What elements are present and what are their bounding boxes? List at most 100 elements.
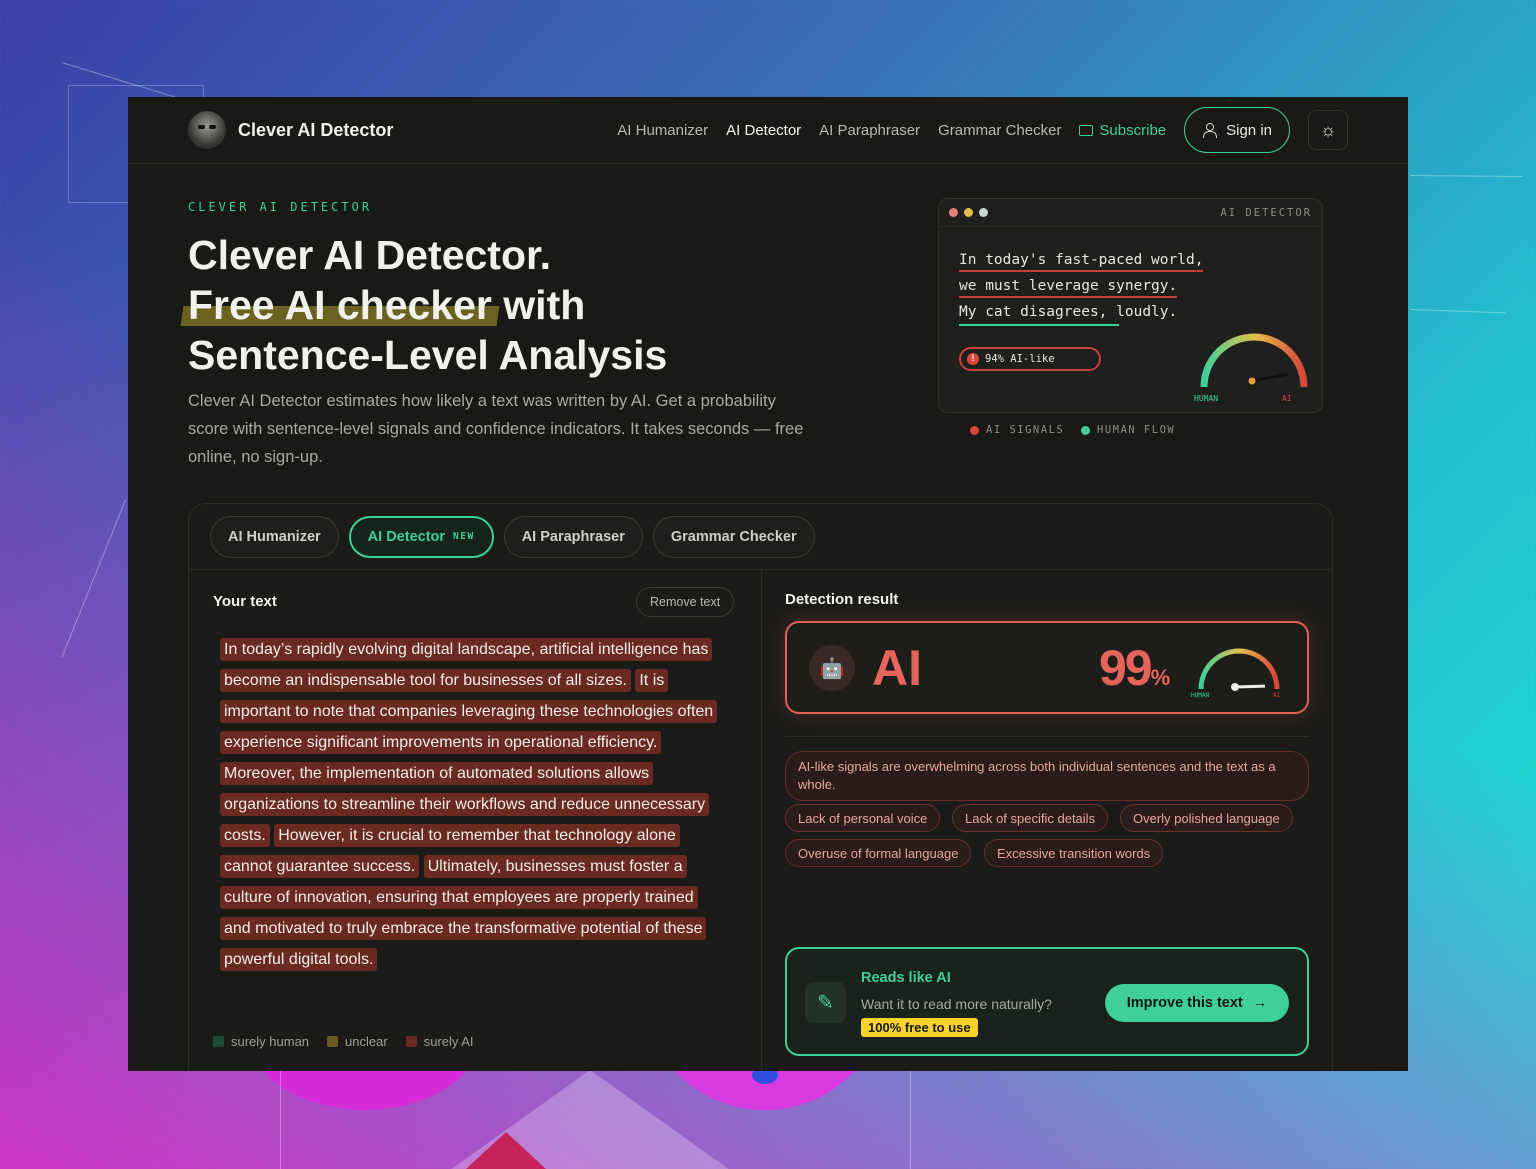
gauge-arc [1198, 648, 1280, 690]
tab-label: AI Paraphraser [521, 528, 625, 545]
free-badge: 100% free to use [861, 1018, 978, 1037]
tab-grammar-checker[interactable]: Grammar Checker [652, 515, 815, 558]
demo-line-human-underline [959, 324, 1119, 326]
signal-chip: Overly polished language [1120, 804, 1293, 832]
signal-chip: Overuse of formal language [785, 839, 972, 867]
demo-legend-ai: AI SIGNALS [970, 424, 1064, 436]
demo-card-header: AI DETECTOR [939, 199, 1322, 227]
background-line [910, 1071, 911, 1169]
robot-face-logo-icon [188, 111, 226, 149]
legend-label: surely human [231, 1034, 310, 1049]
robot-icon: 🤖 [809, 645, 855, 691]
window-dot-icon [964, 208, 973, 217]
demo-legend-human-label: HUMAN FLOW [1097, 424, 1176, 436]
your-text-title: Your text [213, 593, 277, 610]
gauge-hub [1248, 377, 1256, 385]
tab-label: AI Detector [367, 528, 446, 545]
tab-ai-humanizer[interactable]: AI Humanizer [210, 515, 339, 558]
gauge-ai-label: AI [1273, 692, 1281, 699]
theme-toggle-button[interactable]: ☼ [1308, 110, 1348, 150]
hero-description: Clever AI Detector estimates how likely … [188, 392, 804, 466]
nav-link-ai-paraphraser[interactable]: AI Paraphraser [819, 122, 920, 139]
top-nav: Clever AI Detector AI Humanizer AI Detec… [128, 97, 1408, 164]
sentence-legend: surely human unclear surely AI [213, 1034, 474, 1049]
legend-item: surely AI [405, 1034, 474, 1049]
arrow-right-icon: → [1252, 995, 1268, 1011]
window-dot-icon [949, 208, 958, 217]
verdict-label: AI [872, 640, 922, 696]
subscribe-link[interactable]: Subscribe [1079, 122, 1166, 139]
brand-name: Clever AI Detector [238, 119, 394, 140]
human-swatch [213, 1036, 224, 1047]
demo-card-label: AI DETECTOR [1220, 206, 1312, 219]
gauge-human-label: HUMAN [1191, 692, 1209, 699]
gauge-hub [1231, 683, 1239, 691]
tab-ai-paraphraser[interactable]: AI Paraphraser [503, 515, 643, 558]
gauge-needle [1234, 684, 1266, 689]
demo-score-pill: ! 94% AI-like [959, 347, 1101, 371]
app-window: Clever AI Detector AI Humanizer AI Detec… [128, 97, 1408, 1071]
nav-links: AI Humanizer AI Detector AI Paraphraser … [617, 107, 1348, 153]
brand-logo[interactable]: Clever AI Detector [188, 111, 393, 149]
ai-score-value: 99 [1099, 640, 1153, 696]
demo-legend-human: HUMAN FLOW [1081, 424, 1175, 436]
legend-item: surely human [213, 1034, 309, 1049]
result-divider [785, 736, 1309, 737]
alert-icon: ! [967, 353, 979, 365]
demo-line: My cat disagrees, loudly. [959, 304, 1178, 320]
unclear-swatch [327, 1036, 339, 1047]
legend-item: unclear [327, 1034, 388, 1049]
cta-title: Reads like AI [861, 970, 951, 986]
legend-label: unclear [345, 1034, 388, 1049]
hero-eyebrow: CLEVER AI DETECTOR [188, 200, 373, 214]
new-badge: NEW [453, 531, 475, 542]
result-card: 🤖 AI 99% HUMAN AI [785, 621, 1309, 714]
pen-icon: ✎ [805, 982, 846, 1023]
subscribe-label: Subscribe [1099, 121, 1167, 139]
demo-card: AI DETECTOR In today's fast-paced world,… [938, 198, 1323, 413]
ai-score-unit: % [1150, 665, 1171, 690]
cta-subtitle: Want it to read more naturally? [861, 996, 1052, 1012]
signal-chip: Excessive transition words [984, 839, 1164, 867]
improve-text-button[interactable]: Improve this text → [1105, 984, 1289, 1022]
gauge-needle [1251, 372, 1288, 383]
tab-label: AI Humanizer [228, 528, 321, 545]
mail-icon [1079, 124, 1094, 136]
text-input[interactable]: In today’s rapidly evolving digital land… [220, 634, 720, 975]
column-divider [761, 570, 762, 1071]
window-dot-icon [979, 208, 988, 217]
hero-title-line1: Clever AI Detector. [188, 232, 552, 278]
demo-gauge: HUMAN AI [1194, 333, 1308, 403]
human-flow-dot-icon [1081, 425, 1090, 435]
remove-text-button[interactable]: Remove text [636, 587, 735, 617]
sun-icon: ☼ [1319, 119, 1337, 140]
user-icon [1202, 123, 1218, 138]
improve-cta-card: ✎ Reads like AI Want it to read more nat… [785, 947, 1309, 1056]
tab-ai-detector[interactable]: AI Detector NEW [348, 515, 494, 558]
tool-tabs: AI Humanizer AI Detector NEW AI Paraphra… [189, 504, 1332, 570]
demo-score-label: 94% AI-like [985, 353, 1055, 365]
sign-in-label: Sign in [1226, 121, 1272, 139]
demo-legend-ai-label: AI SIGNALS [986, 424, 1065, 436]
background-triangle [466, 1132, 546, 1169]
nav-link-ai-humanizer[interactable]: AI Humanizer [617, 122, 708, 139]
result-gauge: HUMAN AI [1191, 648, 1281, 699]
ai-score: 99% [1099, 639, 1170, 697]
result-summary: AI-like signals are overwhelming across … [785, 751, 1309, 801]
gauge-human-label: HUMAN [1194, 394, 1218, 403]
improve-text-label: Improve this text [1126, 995, 1243, 1011]
sign-in-button[interactable]: Sign in [1184, 107, 1290, 153]
tab-label: Grammar Checker [670, 528, 797, 545]
demo-line: In today's fast-paced world, [959, 252, 1204, 272]
ai-swatch [405, 1036, 417, 1047]
legend-label: surely AI [423, 1034, 474, 1049]
tool-panel: AI Humanizer AI Detector NEW AI Paraphra… [188, 503, 1333, 1071]
hero-title-line3: Sentence-Level Analysis [188, 332, 668, 378]
signal-chip: Lack of specific details [952, 804, 1109, 832]
ai-signal-dot-icon [970, 425, 979, 435]
nav-link-grammar-checker[interactable]: Grammar Checker [938, 122, 1061, 139]
signal-chip: Lack of personal voice [785, 804, 941, 832]
hero-title-line2-rest: with [491, 282, 586, 328]
nav-link-ai-detector[interactable]: AI Detector [726, 122, 801, 139]
background-line [280, 1071, 281, 1169]
